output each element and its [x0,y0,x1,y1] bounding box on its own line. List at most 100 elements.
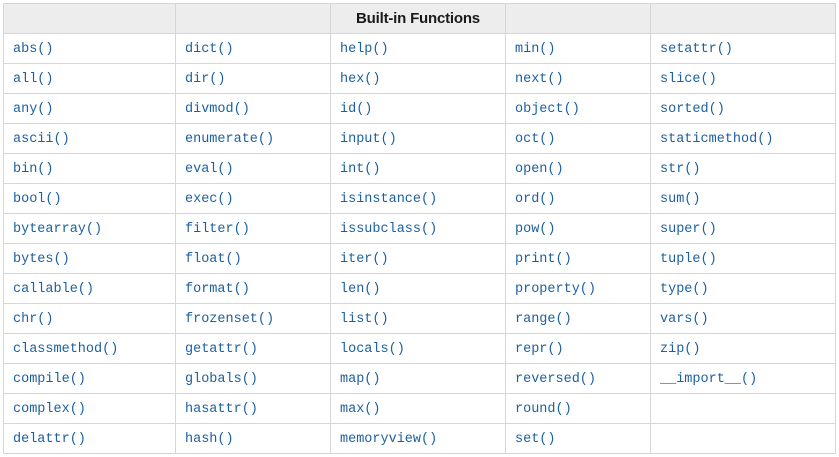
table-title: Built-in Functions [356,9,480,27]
function-link[interactable]: list() [340,312,389,327]
function-link[interactable]: slice() [660,72,717,87]
table-cell: setattr() [650,33,836,64]
table-cell: oct() [505,123,651,154]
table-cell: bytearray() [3,213,176,244]
function-link[interactable]: dict() [185,42,234,57]
function-link[interactable]: int() [340,162,381,177]
function-link[interactable]: map() [340,372,381,387]
function-link[interactable]: object() [515,102,580,117]
function-link[interactable]: all() [13,72,54,87]
table-cell: input() [330,123,506,154]
function-link[interactable]: property() [515,282,596,297]
function-link[interactable]: eval() [185,162,234,177]
function-link[interactable]: oct() [515,132,556,147]
table-row: classmethod() getattr() locals() repr() zip(… [3,333,836,364]
function-link[interactable]: callable() [13,282,94,297]
function-link[interactable]: str() [660,162,701,177]
table-cell: ascii() [3,123,176,154]
function-link[interactable]: bin() [13,162,54,177]
table-cell: isinstance() [330,183,506,214]
table-cell: open() [505,153,651,184]
function-link[interactable]: print() [515,252,572,267]
function-link[interactable]: delattr() [13,432,86,447]
function-link[interactable]: reversed() [515,372,596,387]
table-row: bool() exec() isinstance() ord() sum() [3,183,836,214]
function-link[interactable]: bytes() [13,252,70,267]
table-cell: staticmethod() [650,123,836,154]
table-cell: vars() [650,303,836,334]
function-link[interactable]: bytearray() [13,222,102,237]
header-cell-empty [175,3,331,34]
table-cell: str() [650,153,836,184]
function-link[interactable]: vars() [660,312,709,327]
function-link[interactable]: hash() [185,432,234,447]
function-link[interactable]: open() [515,162,564,177]
function-link[interactable]: globals() [185,372,258,387]
function-link[interactable]: compile() [13,372,86,387]
builtin-functions-table: Built-in Functions abs() dict() help() min(… [3,3,836,454]
table-cell: sum() [650,183,836,214]
function-link[interactable]: classmethod() [13,342,118,357]
function-link[interactable]: set() [515,432,556,447]
table-title-cell: Built-in Functions [330,3,506,34]
function-link[interactable]: getattr() [185,342,258,357]
table-cell: sorted() [650,93,836,124]
table-cell: abs() [3,33,176,64]
table-row: bytearray() filter() issubclass() pow() supe… [3,213,836,244]
function-link[interactable]: tuple() [660,252,717,267]
table-cell: len() [330,273,506,304]
function-link[interactable]: next() [515,72,564,87]
function-link[interactable]: filter() [185,222,250,237]
function-link[interactable]: input() [340,132,397,147]
table-row: bytes() float() iter() print() tuple() [3,243,836,274]
table-cell [650,423,836,454]
header-cell-empty [505,3,651,34]
table-cell: repr() [505,333,651,364]
function-link[interactable]: any() [13,102,54,117]
function-link[interactable]: super() [660,222,717,237]
table-cell: filter() [175,213,331,244]
function-link[interactable]: divmod() [185,102,250,117]
function-link[interactable]: pow() [515,222,556,237]
function-link[interactable]: zip() [660,342,701,357]
function-link[interactable]: min() [515,42,556,57]
function-link[interactable]: chr() [13,312,54,327]
function-link[interactable]: locals() [340,342,405,357]
function-link[interactable]: len() [340,282,381,297]
table-row: complex() hasattr() max() round() [3,393,836,424]
table-cell: chr() [3,303,176,334]
function-link[interactable]: abs() [13,42,54,57]
function-link[interactable]: float() [185,252,242,267]
table-cell: object() [505,93,651,124]
function-link[interactable]: id() [340,102,372,117]
function-link[interactable]: memoryview() [340,432,437,447]
function-link[interactable]: dir() [185,72,226,87]
function-link[interactable]: range() [515,312,572,327]
function-link[interactable]: iter() [340,252,389,267]
function-link[interactable]: ord() [515,192,556,207]
function-link[interactable]: sorted() [660,102,725,117]
function-link[interactable]: exec() [185,192,234,207]
function-link[interactable]: repr() [515,342,564,357]
function-link[interactable]: sum() [660,192,701,207]
table-cell: iter() [330,243,506,274]
function-link[interactable]: format() [185,282,250,297]
function-link[interactable]: hex() [340,72,381,87]
function-link[interactable]: isinstance() [340,192,437,207]
table-cell: dir() [175,63,331,94]
function-link[interactable]: type() [660,282,709,297]
table-cell: issubclass() [330,213,506,244]
function-link[interactable]: frozenset() [185,312,274,327]
function-link[interactable]: bool() [13,192,62,207]
table-cell: delattr() [3,423,176,454]
table-cell: next() [505,63,651,94]
function-link[interactable]: setattr() [660,42,733,57]
function-link[interactable]: help() [340,42,389,57]
function-link[interactable]: __import__() [660,372,757,387]
table-cell: type() [650,273,836,304]
function-link[interactable]: ascii() [13,132,70,147]
function-link[interactable]: issubclass() [340,222,437,237]
function-link[interactable]: staticmethod() [660,132,773,147]
function-link[interactable]: enumerate() [185,132,274,147]
table-row: chr() frozenset() list() range() vars() [3,303,836,334]
